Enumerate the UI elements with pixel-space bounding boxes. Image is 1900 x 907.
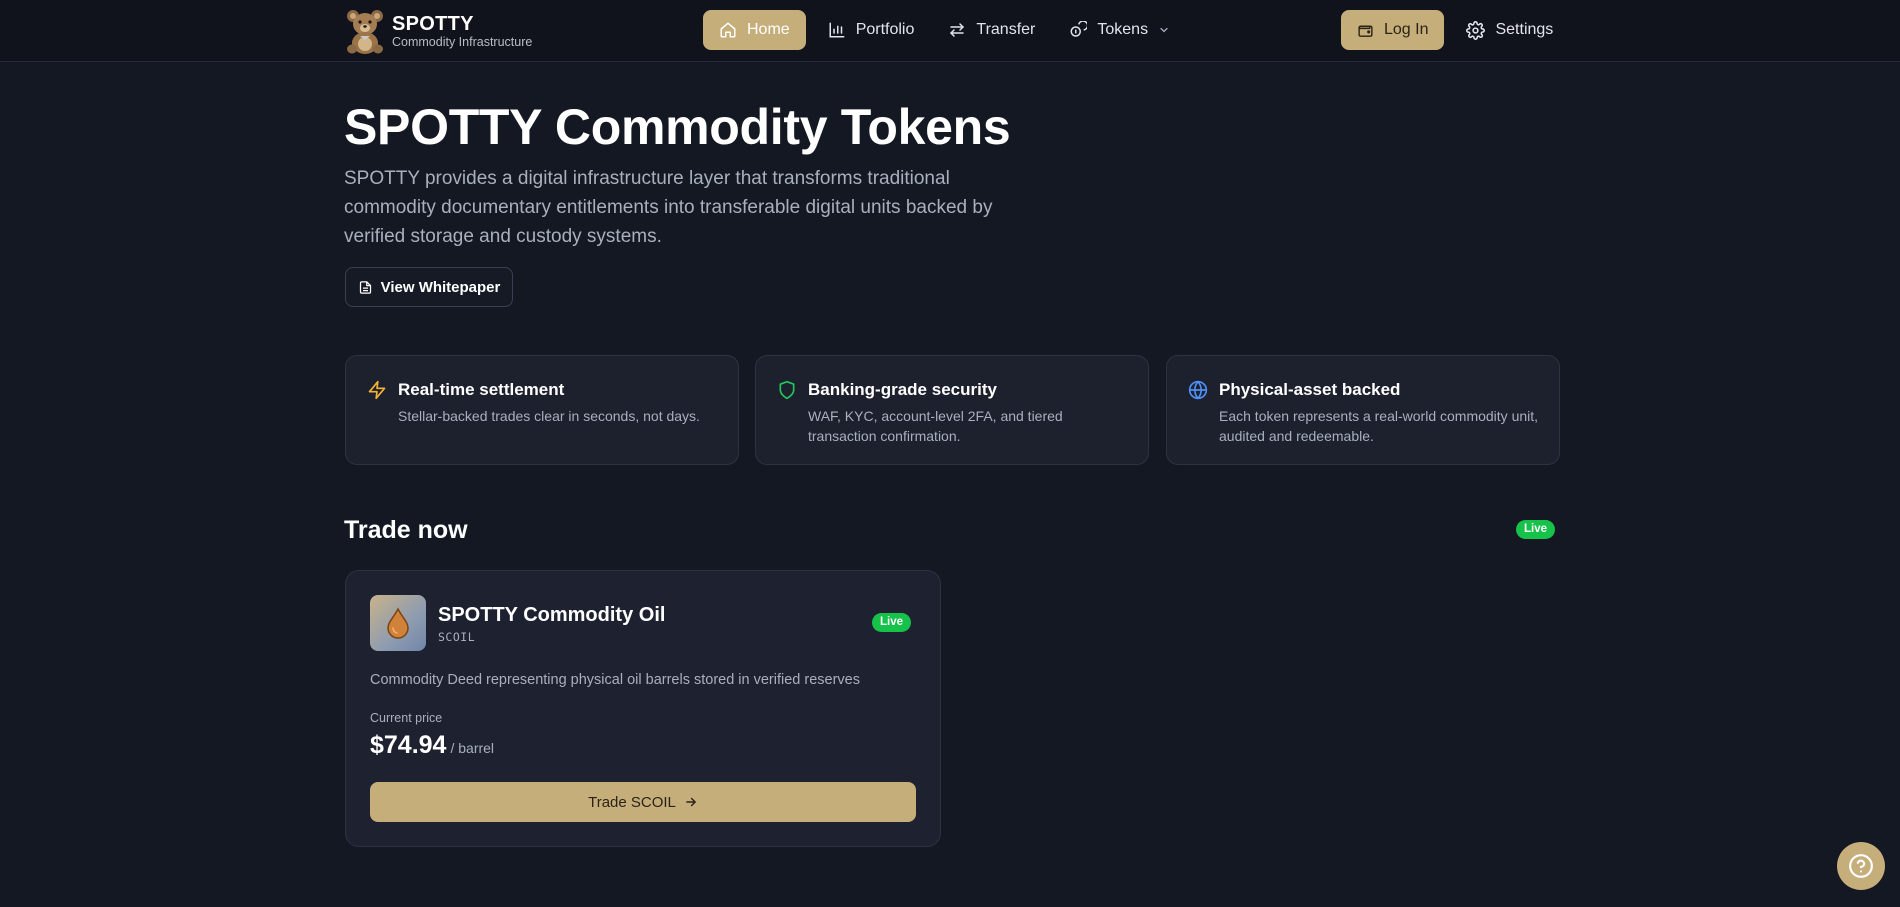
oil-drop-icon [387, 607, 409, 639]
top-nav-bar: SPOTTY Commodity Infrastructure Home Por… [0, 0, 1900, 62]
lightning-icon [368, 380, 386, 400]
shield-icon [779, 380, 795, 400]
token-name: SPOTTY Commodity Oil [438, 604, 666, 626]
brand-logo-link[interactable]: SPOTTY Commodity Infrastructure [344, 7, 532, 55]
gear-icon [1466, 20, 1486, 40]
live-status-badge: Live [1516, 520, 1556, 539]
login-button[interactable]: Log In [1341, 10, 1445, 50]
price-unit: / barrel [450, 740, 495, 756]
view-whitepaper-label: View Whitepaper [380, 278, 501, 296]
arrow-right-icon [686, 797, 696, 807]
globe-icon [1188, 380, 1208, 400]
feature-description: WAF, KYC, account-level 2FA, and tiered … [808, 408, 1063, 444]
teddy-bear-logo [344, 7, 388, 55]
settings-link[interactable]: Settings [1466, 20, 1554, 40]
page-title: SPOTTY Commodity Tokens [344, 99, 1011, 155]
transfer-arrows-icon [950, 23, 965, 37]
feature-card-asset-backed: Physical-asset backed Each token represe… [1166, 355, 1560, 465]
view-whitepaper-button[interactable]: View Whitepaper [345, 267, 513, 307]
current-price-label: Current price [370, 711, 443, 725]
nav-transfer[interactable]: Transfer [934, 10, 1049, 50]
trade-button-label: Trade SCOIL [588, 793, 676, 811]
feature-description: Stellar-backed trades clear in seconds, … [398, 408, 700, 424]
token-description: Commodity Deed representing physical oil… [370, 672, 860, 688]
help-button[interactable] [1837, 842, 1885, 890]
trade-scoil-button[interactable]: Trade SCOIL [370, 782, 916, 822]
feature-description: Each token represents a real-world commo… [1219, 408, 1539, 444]
help-question-icon [1849, 854, 1873, 878]
feature-card-settlement: Real-time settlement Stellar-backed trad… [345, 355, 739, 465]
hero-description: SPOTTY provides a digital infrastructure… [344, 168, 993, 247]
main-nav: Home Portfolio Transfer Tokens [703, 10, 1190, 50]
token-card-scoil: SPOTTY Commodity Oil SCOIL Live Commodit… [345, 570, 941, 847]
settings-label: Settings [1495, 21, 1554, 38]
token-price: $74.94 [370, 731, 447, 759]
chevron-down-icon [1160, 27, 1168, 33]
nav-portfolio-label: Portfolio [855, 21, 915, 38]
feature-card-security: Banking-grade security WAF, KYC, account… [755, 355, 1149, 465]
login-label: Log In [1384, 21, 1429, 38]
brand-subtitle: Commodity Infrastructure [392, 35, 533, 49]
document-icon [359, 280, 371, 294]
nav-home-label: Home [747, 21, 790, 38]
nav-tokens-dropdown[interactable]: Tokens [1055, 10, 1184, 50]
bar-chart-icon [829, 22, 845, 38]
nav-tokens-label: Tokens [1097, 21, 1149, 38]
feature-title: Banking-grade security [808, 380, 997, 399]
nav-portfolio[interactable]: Portfolio [814, 10, 929, 50]
feature-title: Real-time settlement [398, 380, 565, 399]
home-icon [720, 22, 736, 38]
coins-icon [1070, 21, 1088, 37]
nav-transfer-label: Transfer [976, 21, 1036, 38]
token-thumbnail [370, 595, 426, 651]
trade-now-heading: Trade now [344, 516, 468, 544]
feature-title: Physical-asset backed [1219, 380, 1401, 399]
token-status-badge: Live [872, 613, 912, 632]
nav-home[interactable]: Home [703, 10, 806, 50]
brand-name: SPOTTY [392, 13, 474, 35]
wallet-icon [1358, 25, 1373, 37]
token-symbol: SCOIL [438, 630, 476, 644]
